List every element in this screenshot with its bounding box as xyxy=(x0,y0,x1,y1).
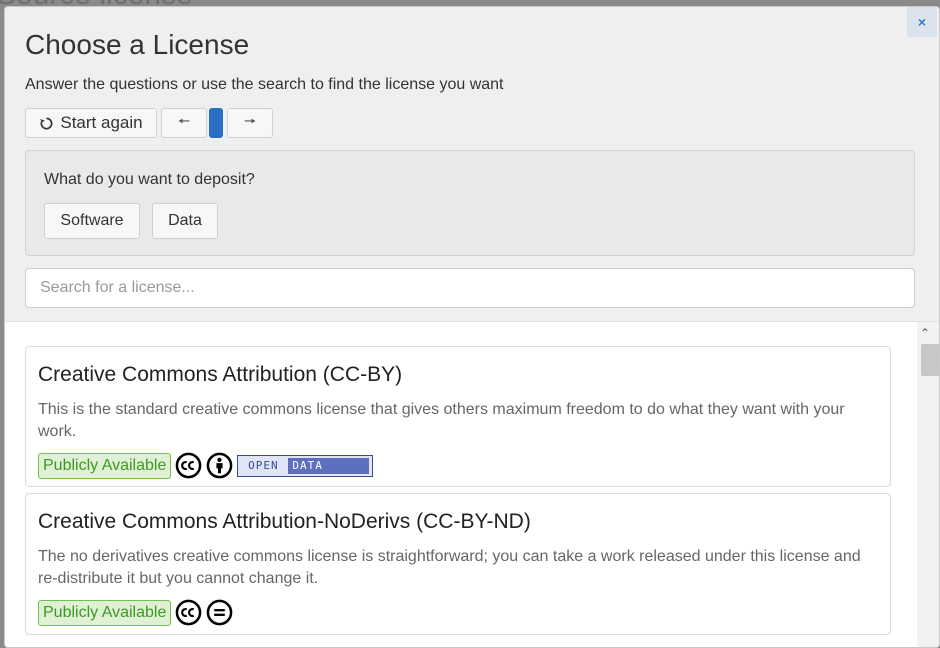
scrollbar-thumb[interactable] xyxy=(921,344,939,376)
license-card-cc-by[interactable]: Creative Commons Attribution (CC-BY) Thi… xyxy=(25,346,891,487)
results-scrollbar[interactable]: ⌃ xyxy=(917,322,939,647)
start-again-button[interactable]: Start again xyxy=(25,108,157,138)
restart-icon xyxy=(40,117,53,129)
license-tags: Publicly Available OPEN DATA xyxy=(38,452,374,479)
question-text: What do you want to deposit? xyxy=(44,171,255,188)
no-derivatives-icon xyxy=(207,599,233,626)
question-panel: What do you want to deposit? Software Da… xyxy=(25,150,915,256)
open-data-right-label: DATA xyxy=(288,457,370,474)
open-data-badge: OPEN DATA xyxy=(237,454,374,477)
publicly-available-badge: Publicly Available xyxy=(38,599,172,626)
license-title: Creative Commons Attribution (CC-BY) xyxy=(38,363,403,386)
step-progress-indicator xyxy=(209,108,223,138)
cc-icon xyxy=(176,452,202,479)
arrow-left-icon: 🠔 xyxy=(177,113,191,129)
modal-title: Choose a License xyxy=(25,29,250,60)
license-tags: Publicly Available xyxy=(38,599,233,626)
license-description: The no derivatives creative commons lice… xyxy=(38,548,861,587)
attribution-icon xyxy=(207,452,233,479)
license-title: Creative Commons Attribution-NoDerivs (C… xyxy=(38,510,531,533)
answer-data-button[interactable]: Data xyxy=(152,203,218,239)
publicly-available-badge: Publicly Available xyxy=(38,452,172,479)
license-card-cc-by-nd[interactable]: Creative Commons Attribution-NoDerivs (C… xyxy=(25,493,891,635)
answer-software-button[interactable]: Software xyxy=(44,203,140,239)
next-step-button[interactable]: 🠖 xyxy=(227,108,273,138)
arrow-right-icon: 🠖 xyxy=(243,113,257,129)
modal-subtitle: Answer the questions or use the search t… xyxy=(25,76,504,93)
previous-step-button[interactable]: 🠔 xyxy=(161,108,207,138)
cc-icon xyxy=(176,599,202,626)
license-description: This is the standard creative commons li… xyxy=(38,401,845,440)
start-again-label: Start again xyxy=(60,113,143,132)
license-chooser-modal: × Choose a License Answer the questions … xyxy=(4,6,940,648)
license-results-list: Creative Commons Attribution (CC-BY) Thi… xyxy=(5,321,939,647)
license-search-input[interactable] xyxy=(25,268,915,308)
open-data-left-label: OPEN xyxy=(248,459,279,472)
scroll-up-icon[interactable]: ⌃ xyxy=(920,326,930,340)
close-button[interactable]: × xyxy=(907,7,937,37)
